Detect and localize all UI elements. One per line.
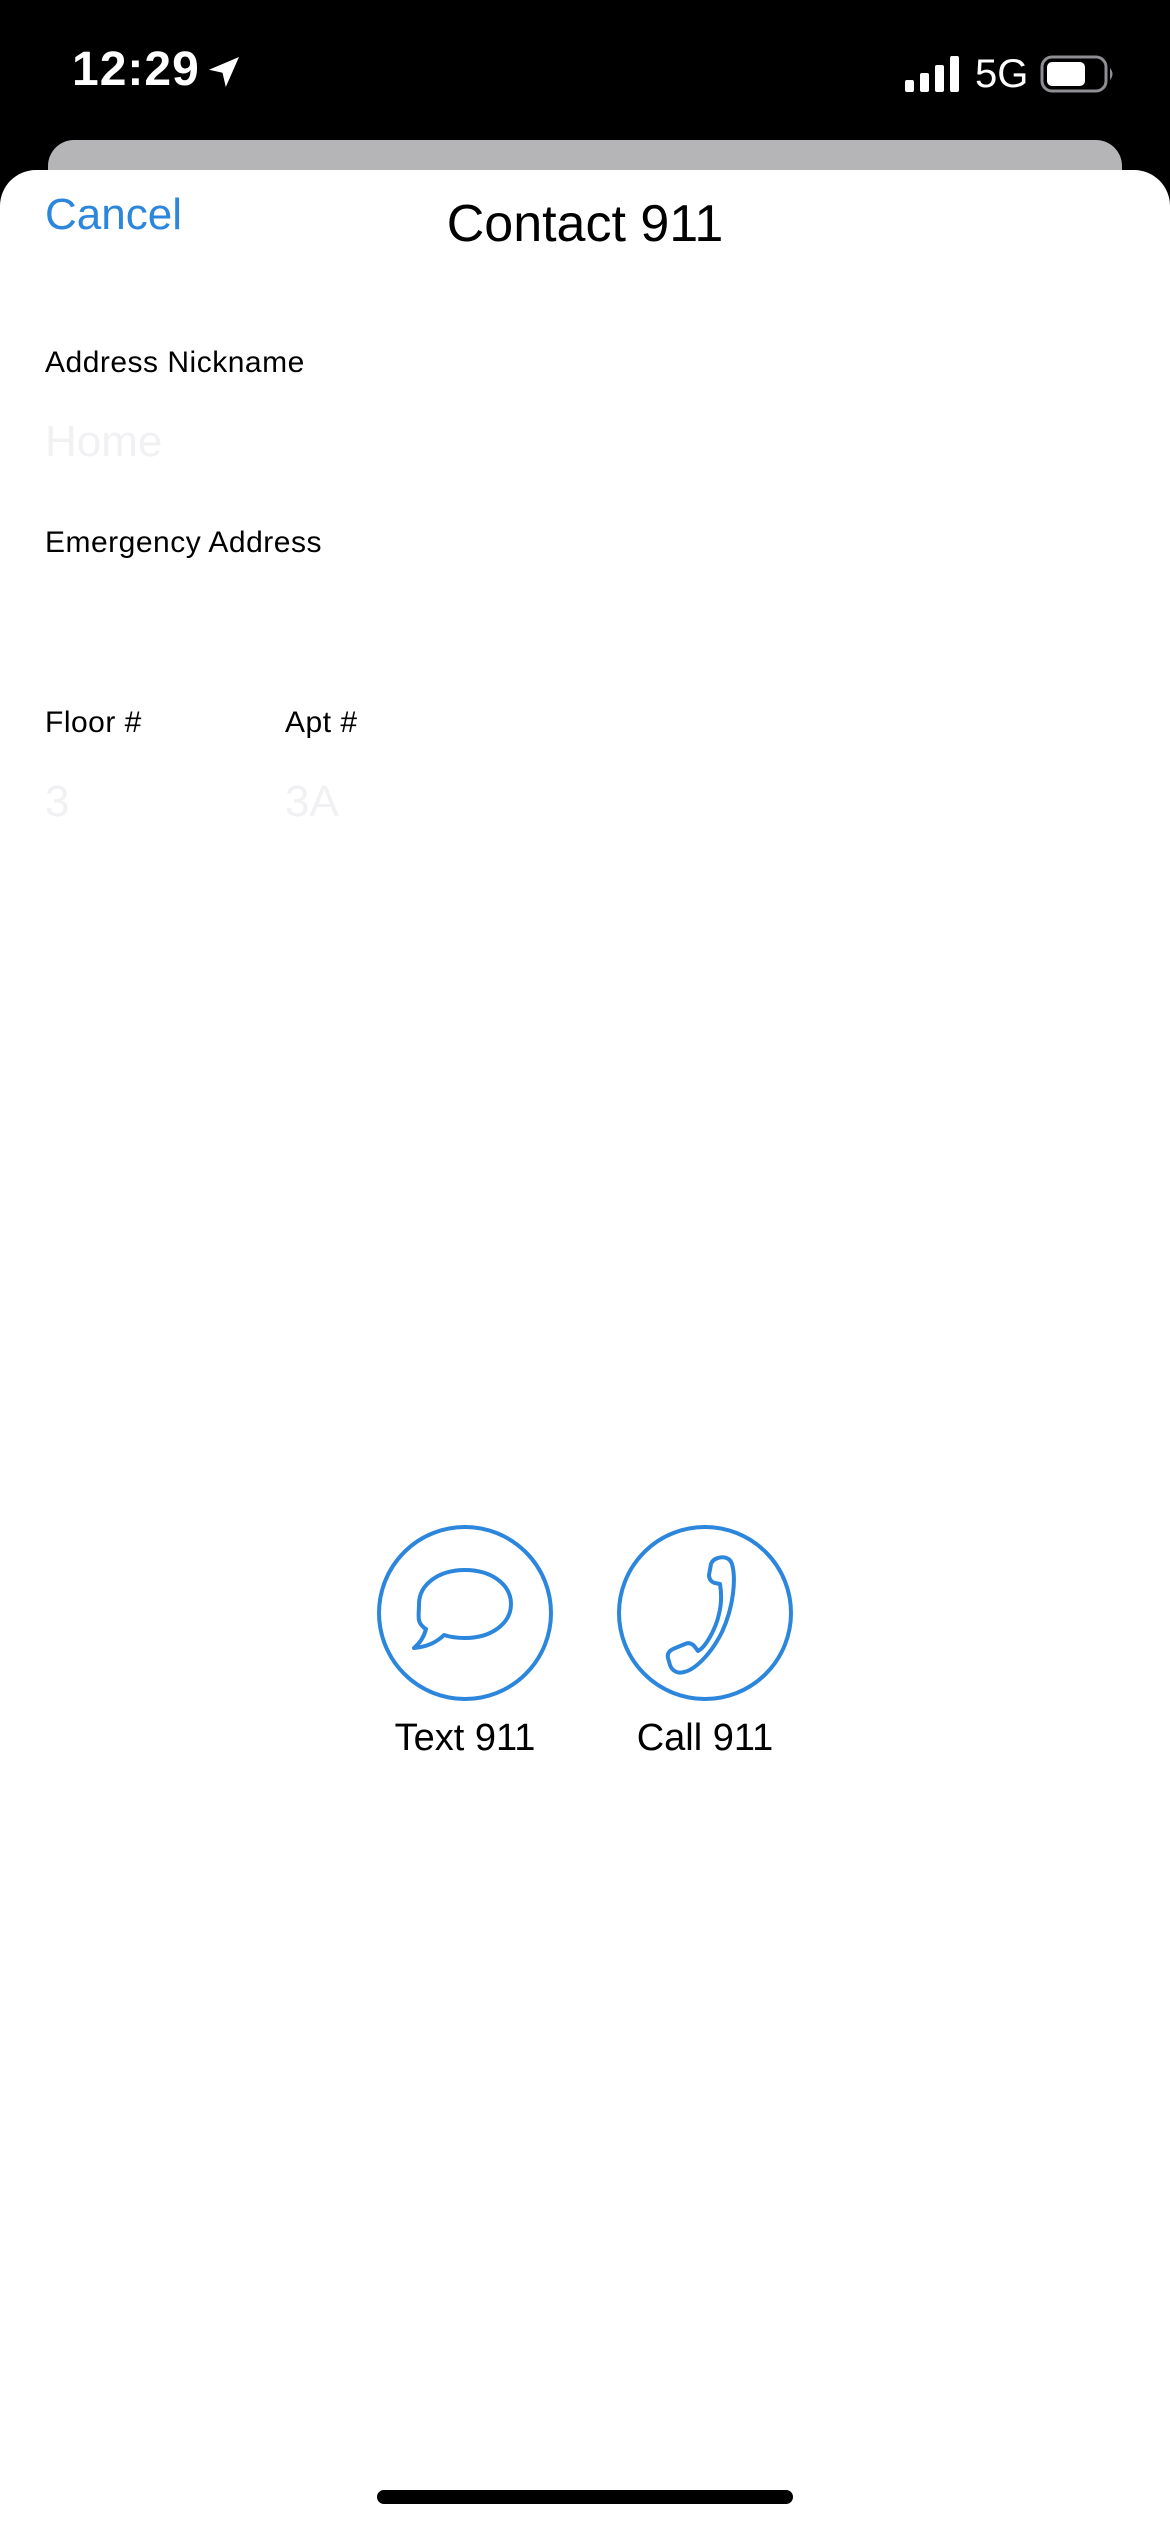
home-indicator[interactable]: [377, 2490, 793, 2504]
text-911-label: Text 911: [394, 1717, 536, 1759]
status-time: 12:29: [72, 43, 200, 96]
nickname-input[interactable]: [45, 410, 1125, 474]
phone-handset-icon: [665, 1555, 736, 1675]
apt-input[interactable]: [285, 770, 585, 834]
signal-bars-icon: [905, 56, 959, 92]
page-title: Contact 911: [446, 195, 724, 253]
battery-icon: [1040, 55, 1113, 93]
nickname-label: Address Nickname: [45, 346, 305, 379]
text-911-button[interactable]: [377, 1525, 553, 1701]
location-arrow-icon: [209, 57, 239, 87]
call-911-label: Call 911: [636, 1717, 774, 1759]
contact-911-sheet: Cancel Contact 911 Address Nickname Emer…: [0, 170, 1170, 2532]
network-type-label: 5G: [975, 52, 1029, 96]
status-bar: 12:29 5G: [0, 0, 1170, 140]
floor-label: Floor #: [45, 706, 142, 739]
apt-label: Apt #: [285, 706, 358, 739]
call-911-action[interactable]: Call 911: [585, 1525, 825, 1760]
emergency-address-input[interactable]: [45, 590, 1125, 654]
emergency-address-label: Emergency Address: [45, 526, 322, 559]
text-911-action[interactable]: Text 911: [345, 1525, 585, 1760]
call-911-button[interactable]: [617, 1525, 793, 1701]
floor-input[interactable]: [45, 770, 245, 834]
speech-bubble-icon: [412, 1568, 513, 1650]
